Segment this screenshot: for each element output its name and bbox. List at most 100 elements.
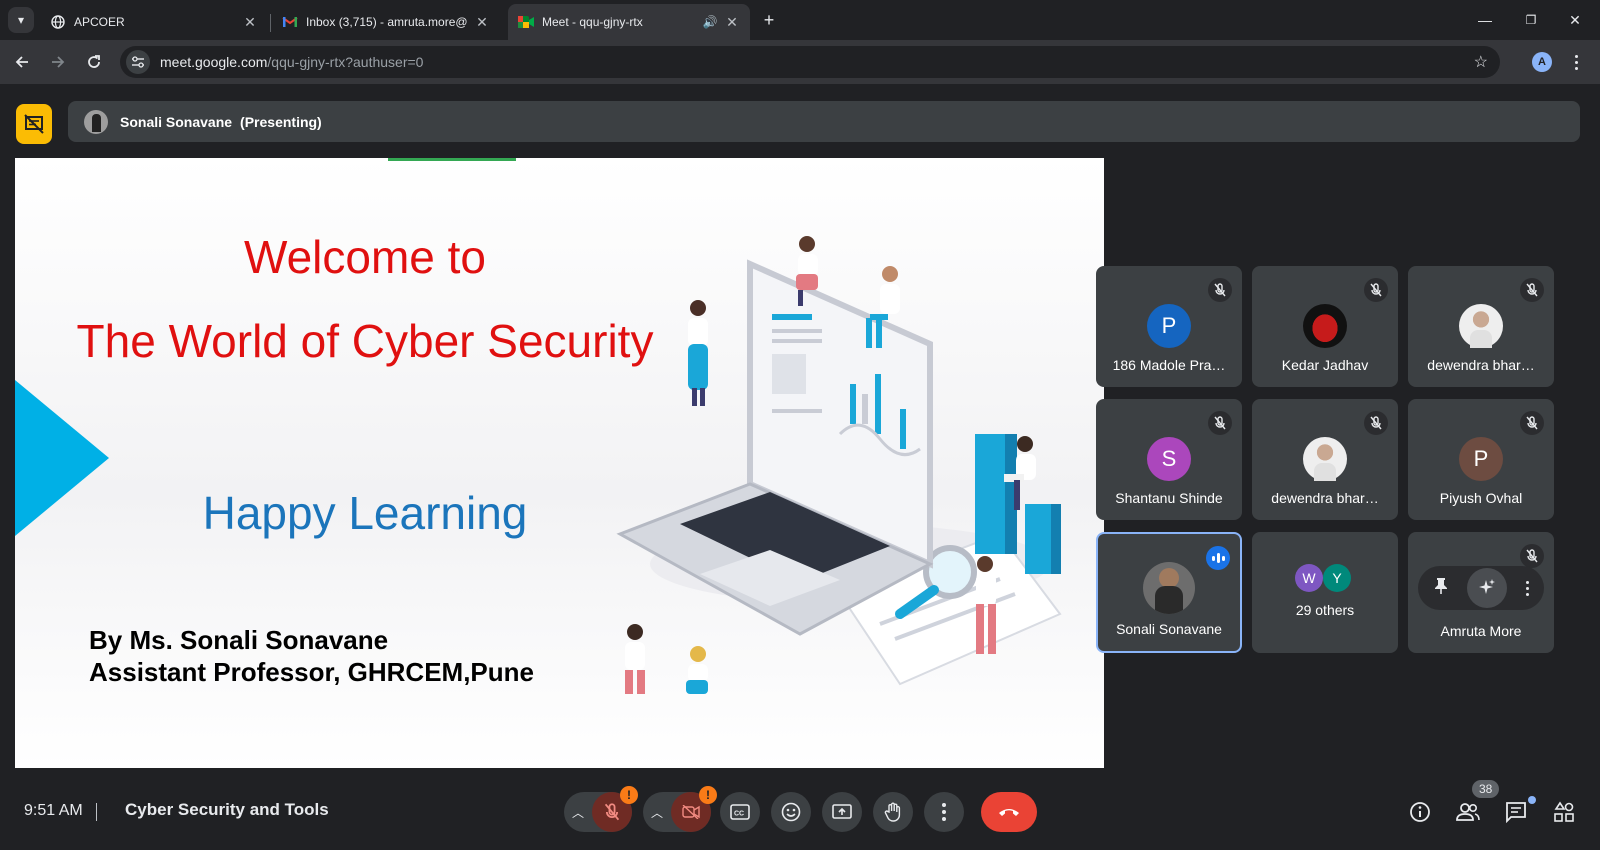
captions-button[interactable]: CC	[720, 792, 760, 832]
pin-icon[interactable]	[1434, 577, 1448, 600]
close-window-button[interactable]: ✕	[1562, 8, 1588, 32]
warning-icon: !	[620, 786, 638, 804]
minimize-button[interactable]: —	[1472, 8, 1498, 32]
url-path: /qqu-gjny-rtx?authuser=0	[267, 54, 424, 70]
participant-tile[interactable]: P Piyush Ovhal	[1408, 399, 1554, 520]
mic-off-icon	[1520, 544, 1544, 568]
presenter-name: Sonali Sonavane	[120, 113, 233, 130]
svg-text:CC: CC	[734, 811, 744, 818]
vertical-dots-icon	[942, 803, 946, 821]
profile-avatar[interactable]: A	[1532, 52, 1552, 72]
close-tab-icon[interactable]: ✕	[724, 14, 740, 30]
presenter-banner: Sonali Sonavane (Presenting)	[68, 101, 1580, 142]
more-options-icon[interactable]	[1525, 580, 1529, 596]
participant-photo-avatar	[1459, 304, 1503, 348]
slide-byline: By Ms. Sonali Sonavane Assistant Profess…	[89, 624, 534, 688]
tab-gmail-inbox[interactable]: Inbox (3,715) - amruta.more@ap ✕	[272, 4, 500, 40]
mic-off-icon	[1520, 411, 1544, 435]
presenter-avatar	[84, 109, 108, 134]
warning-icon: !	[699, 786, 717, 804]
participant-name: Piyush Ovhal	[1439, 490, 1523, 506]
speaking-indicator-icon	[1206, 546, 1230, 570]
people-icon[interactable]	[1454, 798, 1482, 826]
close-tab-icon[interactable]: ✕	[242, 14, 258, 30]
chat-icon[interactable]	[1502, 798, 1530, 826]
browser-menu-icon[interactable]	[1566, 50, 1586, 74]
participant-name: 186 Madole Pra…	[1112, 357, 1226, 373]
mini-avatar: Y	[1323, 564, 1351, 592]
tab-divider	[270, 14, 271, 32]
person-figure	[688, 300, 708, 406]
mic-off-icon	[1364, 411, 1388, 435]
tab-apcoer[interactable]: APCOER ✕	[40, 4, 268, 40]
visual-effects-icon[interactable]	[1466, 568, 1507, 608]
activities-icon[interactable]	[1550, 798, 1578, 826]
speaker-icon[interactable]: 🔊	[702, 14, 718, 30]
emoji-reaction-button[interactable]	[771, 792, 811, 832]
video-settings-chevron-icon[interactable]: ︿	[643, 792, 671, 832]
raise-hand-button[interactable]	[873, 792, 913, 832]
unread-chat-dot	[1528, 796, 1536, 804]
mic-off-icon	[1208, 411, 1232, 435]
address-bar[interactable]: meet.google.com/qqu-gjny-rtx?authuser=0 …	[120, 46, 1500, 78]
participant-name: Sonali Sonavane	[1116, 621, 1222, 637]
camera-control-group: ︿ !	[643, 786, 717, 832]
tile-hover-controls	[1418, 566, 1544, 610]
participant-tile[interactable]: Kedar Jadhav	[1252, 266, 1398, 387]
participant-name: dewendra bhar…	[1427, 357, 1535, 373]
participant-photo-avatar	[1143, 562, 1195, 614]
participant-tile[interactable]: dewendra bhar…	[1252, 399, 1398, 520]
mic-off-button[interactable]: !	[592, 786, 638, 832]
restore-button[interactable]: ❐	[1518, 8, 1544, 32]
participant-avatar: S	[1147, 437, 1191, 481]
leave-call-button[interactable]	[981, 792, 1037, 832]
participant-photo-avatar	[1303, 437, 1347, 481]
others-tile[interactable]: W Y 29 others	[1252, 532, 1398, 653]
participant-name: Kedar Jadhav	[1281, 357, 1369, 373]
participant-tile-self[interactable]: Amruta More	[1408, 532, 1554, 653]
participant-photo-avatar	[1303, 304, 1347, 348]
gmail-icon	[282, 14, 298, 30]
audio-settings-chevron-icon[interactable]: ︿	[564, 792, 592, 832]
tab-meet[interactable]: Meet - qqu-gjny-rtx 🔊 ✕	[508, 4, 750, 40]
new-tab-button[interactable]: +	[758, 9, 780, 31]
back-button[interactable]	[10, 50, 34, 74]
participant-tile[interactable]: S Shantanu Shinde	[1096, 399, 1242, 520]
laptop-illustration	[616, 236, 1062, 694]
slide-author: By Ms. Sonali Sonavane	[89, 625, 389, 655]
others-count-label: 29 others	[1295, 602, 1355, 618]
close-tab-icon[interactable]: ✕	[474, 14, 490, 30]
meet-icon	[518, 14, 534, 30]
forward-button[interactable]	[46, 50, 70, 74]
url-text: meet.google.com/qqu-gjny-rtx?authuser=0	[160, 54, 423, 70]
mic-off-icon	[1208, 278, 1232, 302]
mini-avatar: W	[1295, 564, 1323, 592]
tab-title: Meet - qqu-gjny-rtx	[542, 15, 643, 29]
site-settings-icon[interactable]	[126, 50, 150, 74]
participant-avatar: P	[1147, 304, 1191, 348]
slide-affiliation: Assistant Professor, GHRCEM,Pune	[89, 657, 534, 687]
reload-button[interactable]	[82, 50, 106, 74]
bookmark-star-icon[interactable]: ☆	[1474, 52, 1488, 72]
others-avatar-stack: W Y	[1295, 564, 1355, 592]
more-options-button[interactable]	[924, 792, 964, 832]
people-count-badge: 38	[1472, 780, 1500, 798]
shared-screen-slide[interactable]: Welcome to The World of Cyber Security H…	[15, 158, 1104, 768]
participant-tile-speaking[interactable]: Sonali Sonavane	[1096, 532, 1242, 653]
browser-toolbar: meet.google.com/qqu-gjny-rtx?authuser=0 …	[0, 40, 1600, 84]
mic-control-group: ︿ !	[564, 786, 638, 832]
clock: 9:51 AM	[24, 802, 83, 819]
tab-title: APCOER	[74, 15, 125, 29]
participant-name: dewendra bhar…	[1271, 490, 1379, 506]
camera-off-button[interactable]: !	[671, 786, 717, 832]
url-host: meet.google.com	[160, 54, 268, 70]
tab-search-button[interactable]: ▾	[8, 7, 34, 33]
participant-name: Amruta More	[1440, 623, 1522, 639]
meeting-title: Cyber Security and Tools	[125, 800, 329, 819]
present-screen-button[interactable]	[822, 792, 862, 832]
meeting-details-icon[interactable]	[1406, 798, 1434, 826]
mic-off-icon	[1520, 278, 1544, 302]
participant-tile[interactable]: P 186 Madole Pra…	[1096, 266, 1242, 387]
presentation-layout-icon[interactable]	[16, 104, 52, 144]
participant-tile[interactable]: dewendra bhar…	[1408, 266, 1554, 387]
